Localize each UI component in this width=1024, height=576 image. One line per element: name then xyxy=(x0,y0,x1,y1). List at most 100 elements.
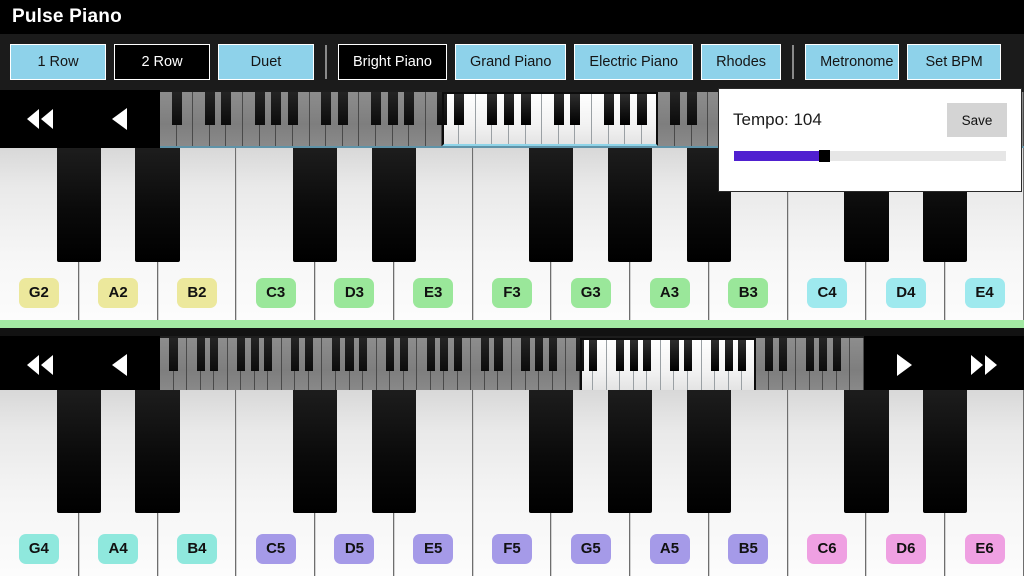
save-button[interactable]: Save xyxy=(947,103,1007,137)
mini-black-key[interactable] xyxy=(636,92,647,126)
mini-black-key[interactable] xyxy=(387,92,398,126)
black-key[interactable] xyxy=(608,390,653,513)
black-key[interactable] xyxy=(135,148,180,262)
mini-black-key[interactable] xyxy=(487,92,498,126)
previous-button[interactable] xyxy=(80,90,160,148)
mini-black-key[interactable] xyxy=(210,338,219,372)
tempo-slider-thumb[interactable] xyxy=(818,150,830,162)
black-key[interactable] xyxy=(844,390,889,513)
mini-black-key[interactable] xyxy=(520,92,531,126)
mini-black-key[interactable] xyxy=(832,338,841,372)
black-key[interactable] xyxy=(56,148,101,262)
black-key[interactable] xyxy=(371,148,416,262)
forward-button[interactable] xyxy=(944,336,1024,394)
mini-black-key[interactable] xyxy=(331,338,341,372)
mini-black-key[interactable] xyxy=(805,338,814,372)
next-button[interactable] xyxy=(864,336,944,394)
mini-black-key[interactable] xyxy=(503,92,514,126)
tempo-label: Tempo: 104 xyxy=(733,110,822,129)
mini-black-key[interactable] xyxy=(399,338,408,372)
mini-black-key[interactable] xyxy=(287,92,298,126)
toolbar-button-set-bpm[interactable]: Set BPM xyxy=(907,44,1002,80)
key-label: D4 xyxy=(885,278,926,308)
mini-black-key[interactable] xyxy=(535,338,544,372)
mini-black-key[interactable] xyxy=(494,338,503,372)
toolbar-group-layout: 1 Row 2 Row Duet xyxy=(10,44,314,80)
mini-black-key[interactable] xyxy=(454,92,465,126)
mini-black-key[interactable] xyxy=(337,92,348,126)
mini-black-key[interactable] xyxy=(553,92,564,126)
app-window: Pulse Piano 1 Row 2 Row Duet Bright Piano Gr… xyxy=(0,0,1024,576)
mini-black-key[interactable] xyxy=(371,92,381,126)
black-key[interactable] xyxy=(923,390,968,513)
key-label: F3 xyxy=(491,278,532,308)
mini-black-key[interactable] xyxy=(589,338,598,372)
black-key[interactable] xyxy=(135,390,180,513)
mini-black-key[interactable] xyxy=(819,338,828,372)
mini-black-key[interactable] xyxy=(480,338,489,372)
mini-black-key[interactable] xyxy=(686,92,697,126)
mini-black-key[interactable] xyxy=(271,92,282,126)
mini-black-key[interactable] xyxy=(221,92,232,126)
toolbar-button-bright-piano[interactable]: Bright Piano xyxy=(338,44,447,80)
toolbar-button-grand-piano[interactable]: Grand Piano xyxy=(455,44,567,80)
black-key[interactable] xyxy=(686,390,731,513)
mini-black-key[interactable] xyxy=(765,338,774,372)
mini-black-key[interactable] xyxy=(169,338,178,372)
previous-button[interactable] xyxy=(80,336,160,394)
mini-black-key[interactable] xyxy=(778,338,787,372)
black-key[interactable] xyxy=(608,148,653,262)
mini-black-key[interactable] xyxy=(304,338,313,372)
mini-black-key[interactable] xyxy=(250,338,259,372)
mini-black-key[interactable] xyxy=(321,92,332,126)
mini-black-key[interactable] xyxy=(670,92,681,126)
black-key[interactable] xyxy=(371,390,416,513)
mini-black-key[interactable] xyxy=(204,92,215,126)
mini-black-key[interactable] xyxy=(670,338,679,372)
black-key[interactable] xyxy=(56,390,101,513)
black-key[interactable] xyxy=(529,148,574,262)
mini-black-key[interactable] xyxy=(291,338,300,372)
mini-black-key[interactable] xyxy=(237,338,246,372)
mini-black-key[interactable] xyxy=(264,338,273,372)
mini-black-key[interactable] xyxy=(440,338,449,372)
mini-black-key[interactable] xyxy=(643,338,652,372)
tempo-slider[interactable] xyxy=(734,150,1006,162)
black-key[interactable] xyxy=(529,390,574,513)
mini-black-key[interactable] xyxy=(575,338,584,372)
mini-black-key[interactable] xyxy=(426,338,435,372)
mini-black-key[interactable] xyxy=(437,92,448,126)
black-key[interactable] xyxy=(293,148,338,262)
mini-black-key[interactable] xyxy=(570,92,581,126)
toolbar-button-metronome[interactable]: Metronome xyxy=(805,44,900,80)
toolbar-button-rhodes[interactable]: Rhodes xyxy=(701,44,782,80)
rewind-button[interactable] xyxy=(0,90,80,148)
toolbar-button-electric-piano[interactable]: Electric Piano xyxy=(574,44,694,80)
mini-black-key[interactable] xyxy=(620,92,631,126)
mini-black-key[interactable] xyxy=(453,338,462,372)
mini-white-key[interactable] xyxy=(850,338,864,392)
toolbar-button-2-row[interactable]: 2 Row xyxy=(114,44,210,80)
mini-black-key[interactable] xyxy=(359,338,368,372)
black-key[interactable] xyxy=(293,390,338,513)
mini-black-key[interactable] xyxy=(683,338,693,372)
mini-black-key[interactable] xyxy=(738,338,747,372)
mini-black-key[interactable] xyxy=(603,92,614,126)
key-label: E6 xyxy=(964,534,1005,564)
mini-black-key[interactable] xyxy=(171,92,182,126)
mini-black-key[interactable] xyxy=(711,338,720,372)
mini-black-key[interactable] xyxy=(724,338,733,372)
mini-black-key[interactable] xyxy=(254,92,265,126)
mini-black-key[interactable] xyxy=(345,338,354,372)
mini-black-key[interactable] xyxy=(196,338,205,372)
mini-black-key[interactable] xyxy=(521,338,530,372)
mini-keyboard-overview[interactable] xyxy=(160,336,864,394)
mini-black-key[interactable] xyxy=(404,92,415,126)
mini-black-key[interactable] xyxy=(548,338,557,372)
mini-black-key[interactable] xyxy=(386,338,395,372)
toolbar-button-duet[interactable]: Duet xyxy=(218,44,314,80)
mini-black-key[interactable] xyxy=(629,338,638,372)
mini-black-key[interactable] xyxy=(616,338,625,372)
rewind-button[interactable] xyxy=(0,336,80,394)
toolbar-button-1-row[interactable]: 1 Row xyxy=(10,44,106,80)
